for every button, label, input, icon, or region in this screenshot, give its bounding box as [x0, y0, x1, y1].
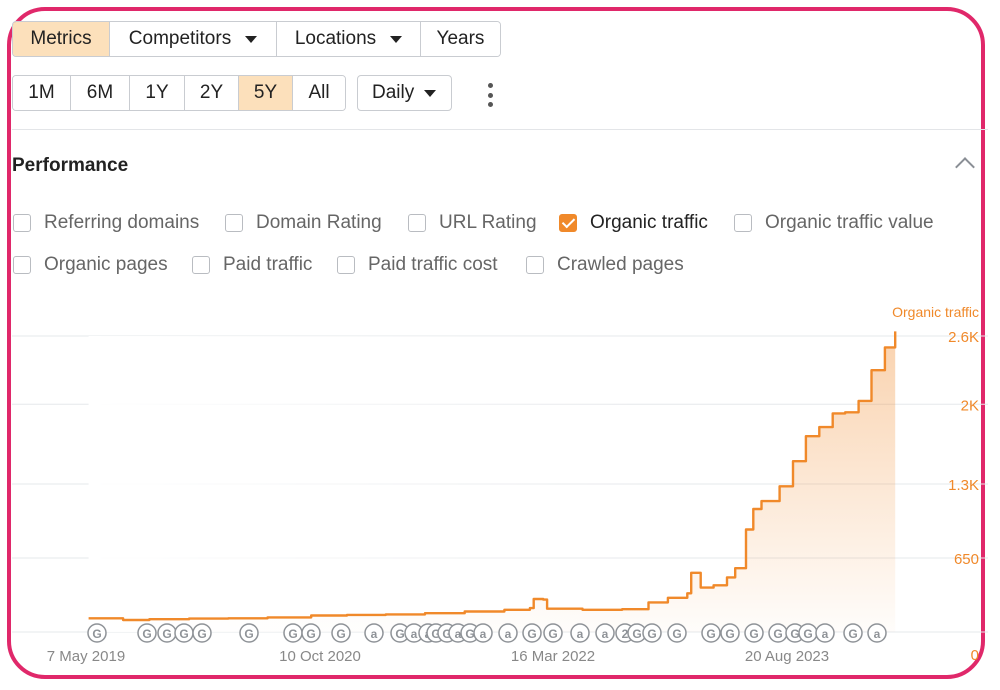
metric-paid-traffic[interactable]: Paid traffic	[192, 254, 312, 276]
chevron-down-icon	[424, 89, 437, 97]
chevron-down-icon	[390, 35, 403, 43]
checkbox[interactable]	[192, 256, 210, 274]
checkbox[interactable]	[526, 256, 544, 274]
range-1y[interactable]: 1Y	[130, 76, 185, 110]
more-options-icon[interactable]	[486, 83, 494, 107]
metric-organic-traffic-value[interactable]: Organic traffic value	[734, 212, 934, 234]
tab-competitors[interactable]: Competitors	[110, 22, 277, 56]
section-title: Performance	[12, 155, 129, 176]
range-1m[interactable]: 1M	[13, 76, 71, 110]
checkbox[interactable]	[13, 256, 31, 274]
checkbox-checked[interactable]	[559, 214, 577, 232]
checkbox[interactable]	[734, 214, 752, 232]
range-selector: 1M 6M 1Y 2Y 5Y All	[12, 75, 346, 111]
checkbox[interactable]	[337, 256, 355, 274]
view-tabs: Metrics Competitors Locations Years	[12, 21, 501, 57]
range-2y[interactable]: 2Y	[185, 76, 239, 110]
metric-domain-rating[interactable]: Domain Rating	[225, 212, 382, 234]
chevron-down-icon	[245, 35, 258, 43]
tab-years[interactable]: Years	[421, 22, 500, 56]
checkbox[interactable]	[225, 214, 243, 232]
metric-crawled-pages[interactable]: Crawled pages	[526, 254, 684, 276]
range-5y[interactable]: 5Y	[239, 76, 293, 110]
range-6m[interactable]: 6M	[71, 76, 130, 110]
interval-dropdown[interactable]: Daily	[357, 75, 452, 111]
metric-referring-domains[interactable]: Referring domains	[13, 212, 199, 234]
divider	[12, 129, 988, 130]
metric-organic-traffic[interactable]: Organic traffic	[559, 212, 708, 234]
checkbox[interactable]	[13, 214, 31, 232]
metric-paid-traffic-cost[interactable]: Paid traffic cost	[337, 254, 498, 276]
tab-locations[interactable]: Locations	[277, 22, 421, 56]
range-all[interactable]: All	[293, 76, 345, 110]
metric-url-rating[interactable]: URL Rating	[408, 212, 537, 234]
metric-organic-pages[interactable]: Organic pages	[13, 254, 168, 276]
checkbox[interactable]	[408, 214, 426, 232]
tab-metrics[interactable]: Metrics	[13, 22, 110, 56]
